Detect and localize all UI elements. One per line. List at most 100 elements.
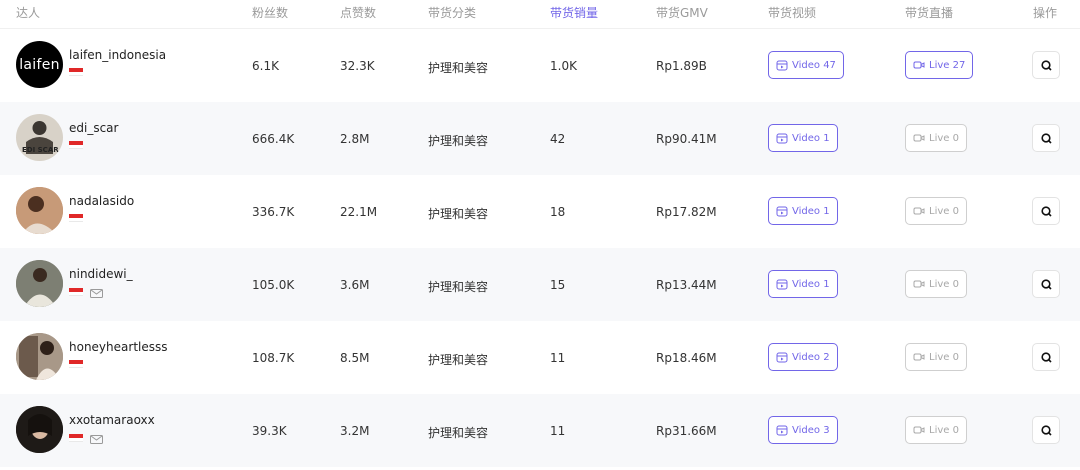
creator-name[interactable]: nadalasido [69, 194, 134, 208]
gmv-value: Rp13.44M [656, 278, 717, 292]
creator-name[interactable]: xxotamaraoxx [69, 413, 155, 427]
search-action-button[interactable] [1032, 270, 1060, 298]
gmv-value: Rp18.46M [656, 351, 717, 365]
live-camera-icon [913, 426, 925, 434]
live-count-label: Live 0 [929, 132, 959, 144]
likes-value: 22.1M [340, 205, 378, 219]
live-count-button[interactable]: Live 0 [905, 197, 967, 225]
live-camera-icon [913, 61, 925, 69]
avatar-image [16, 406, 63, 453]
category-value: 护理和美容 [428, 61, 489, 75]
video-count-button[interactable]: Video 1 [768, 124, 838, 152]
table-row[interactable]: honeyheartlesss 108.7K 8.5M 护理和美容 11 Rp1… [0, 321, 1080, 394]
live-count-button[interactable]: Live 0 [905, 270, 967, 298]
mail-icon[interactable] [90, 289, 103, 298]
live-count-label: Live 0 [929, 351, 959, 363]
creator-name[interactable]: edi_scar [69, 121, 118, 135]
video-count-label: Video 1 [792, 205, 830, 217]
creator-name[interactable]: nindidewi_ [69, 267, 133, 281]
sales-value: 18 [550, 205, 566, 219]
live-count-button[interactable]: Live 27 [905, 51, 974, 79]
followers-value: 108.7K [252, 351, 295, 365]
table-row[interactable]: EDI SCAR edi_scar 666.4K 2.8M 护理和美容 42 R… [0, 102, 1080, 175]
live-count-button[interactable]: Live 0 [905, 124, 967, 152]
avatar-image [16, 187, 63, 234]
table-row[interactable]: laifen laifen_indonesia 6.1K 32.3K 护理和美容… [0, 29, 1080, 102]
live-count-button[interactable]: Live 0 [905, 343, 967, 371]
sales-value: 15 [550, 278, 566, 292]
column-header-followers[interactable]: 粉丝数 [252, 4, 288, 21]
video-icon [776, 60, 788, 71]
video-count-button[interactable]: Video 1 [768, 270, 838, 298]
avatar[interactable] [16, 406, 63, 453]
search-action-button[interactable] [1032, 124, 1060, 152]
sales-value: 1.0K [550, 59, 577, 73]
avatar[interactable]: EDI SCAR [16, 114, 63, 161]
followers-value: 39.3K [252, 424, 287, 438]
indonesia-flag-icon [69, 288, 83, 296]
live-camera-icon [913, 134, 925, 142]
likes-value: 2.8M [340, 132, 370, 146]
avatar[interactable] [16, 260, 63, 307]
avatar-caption: EDI SCAR [22, 146, 59, 154]
video-count-button[interactable]: Video 1 [768, 197, 838, 225]
search-action-button[interactable] [1032, 197, 1060, 225]
column-header-lives[interactable]: 带货直播 [905, 4, 953, 21]
video-count-label: Video 1 [792, 278, 830, 290]
gmv-value: Rp1.89B [656, 59, 707, 73]
table-row[interactable]: xxotamaraoxx 39.3K 3.2M 护理和美容 11 Rp31.66… [0, 394, 1080, 467]
creator-name[interactable]: honeyheartlesss [69, 340, 168, 354]
live-count-button[interactable]: Live 0 [905, 416, 967, 444]
video-count-button[interactable]: Video 47 [768, 51, 844, 79]
live-camera-icon [913, 353, 925, 361]
followers-value: 336.7K [252, 205, 295, 219]
creator-name[interactable]: laifen_indonesia [69, 48, 166, 62]
video-icon [776, 206, 788, 217]
avatar[interactable]: laifen [16, 41, 63, 88]
indonesia-flag-icon [69, 434, 83, 442]
search-action-button[interactable] [1032, 416, 1060, 444]
mail-icon[interactable] [90, 435, 103, 444]
search-icon [1040, 132, 1052, 144]
column-header-gmv[interactable]: 带货GMV [656, 4, 708, 21]
video-icon [776, 425, 788, 436]
column-header-category[interactable]: 带货分类 [428, 4, 476, 21]
avatar-image: EDI SCAR [22, 121, 59, 154]
search-action-button[interactable] [1032, 51, 1060, 79]
likes-value: 32.3K [340, 59, 375, 73]
likes-value: 3.6M [340, 278, 370, 292]
table-row[interactable]: nadalasido 336.7K 22.1M 护理和美容 18 Rp17.82… [0, 175, 1080, 248]
column-header-likes[interactable]: 点赞数 [340, 4, 376, 21]
search-icon [1040, 278, 1052, 290]
column-header-videos[interactable]: 带货视频 [768, 4, 816, 21]
avatar[interactable] [16, 333, 63, 380]
sales-value: 11 [550, 424, 566, 438]
indonesia-flag-icon [69, 214, 83, 222]
column-header-creator[interactable]: 达人 [16, 4, 40, 21]
category-value: 护理和美容 [428, 207, 489, 221]
likes-value: 3.2M [340, 424, 370, 438]
video-icon [776, 279, 788, 290]
search-icon [1040, 205, 1052, 217]
avatar-image [16, 333, 63, 380]
search-action-button[interactable] [1032, 343, 1060, 371]
search-icon [1040, 424, 1052, 436]
column-header-sales[interactable]: 带货销量 [550, 4, 598, 21]
video-icon [776, 352, 788, 363]
sales-value: 11 [550, 351, 566, 365]
indonesia-flag-icon [69, 68, 83, 76]
followers-value: 6.1K [252, 59, 279, 73]
live-camera-icon [913, 280, 925, 288]
avatar[interactable] [16, 187, 63, 234]
video-count-label: Video 47 [792, 59, 836, 71]
table-row[interactable]: nindidewi_ 105.0K 3.6M 护理和美容 15 Rp13.44M… [0, 248, 1080, 321]
category-value: 护理和美容 [428, 134, 489, 148]
table-header: 达人 粉丝数 点赞数 带货分类 带货销量 带货GMV 带货视频 带货直播 操作 [0, 0, 1080, 29]
video-count-button[interactable]: Video 2 [768, 343, 838, 371]
gmv-value: Rp90.41M [656, 132, 717, 146]
sales-value: 42 [550, 132, 566, 146]
video-count-button[interactable]: Video 3 [768, 416, 838, 444]
category-value: 护理和美容 [428, 280, 489, 294]
followers-value: 666.4K [252, 132, 295, 146]
live-count-label: Live 27 [929, 59, 966, 71]
